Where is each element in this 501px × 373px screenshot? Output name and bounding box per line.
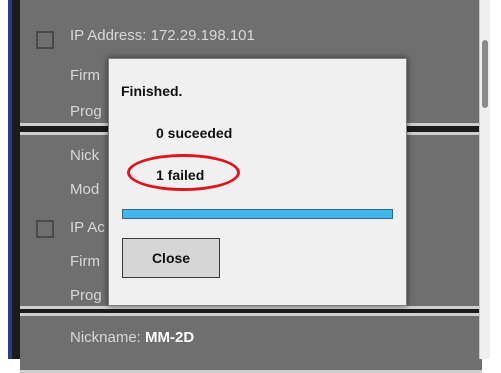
row-label: Prog	[70, 103, 102, 120]
progress-fill	[123, 210, 392, 218]
row-label: IP Address: 172.29.198.101	[70, 27, 255, 44]
device-nickname-row: Nick	[70, 147, 99, 164]
update-result-dialog: Finished. 0 suceeded 1 failed Close	[108, 58, 407, 306]
progress-bar	[122, 209, 393, 219]
succeeded-count: 0 suceeded	[156, 125, 233, 141]
device-firmware-row: Firm	[70, 253, 100, 270]
scrollbar-thumb[interactable]	[482, 40, 488, 108]
device-model-row: Mod	[70, 181, 99, 198]
row-label: Firm	[70, 67, 100, 84]
close-button[interactable]: Close	[122, 238, 220, 278]
row-value: MM-2D	[145, 329, 195, 346]
device-card[interactable]: Nickname: MM-2D	[20, 313, 482, 373]
row-label: Nickname:	[70, 329, 146, 346]
device-ip-row: IP Address: 172.29.198.101	[70, 27, 255, 44]
scrollbar[interactable]	[479, 0, 490, 359]
device-checkbox[interactable]	[36, 31, 54, 49]
device-nickname-row: Nickname: MM-2D	[70, 329, 194, 346]
row-label: Firm	[70, 253, 100, 270]
row-label: Nick	[70, 147, 100, 164]
left-rail	[0, 0, 12, 359]
row-label: IP Ac	[70, 219, 105, 236]
row-label: Mod	[70, 181, 100, 198]
failed-count: 1 failed	[156, 167, 205, 183]
device-firmware-row: Firm	[70, 67, 100, 84]
row-label: Prog	[70, 287, 102, 304]
dialog-title: Finished.	[121, 83, 183, 99]
device-progress-row: Prog	[70, 287, 102, 304]
device-checkbox[interactable]	[36, 220, 54, 238]
device-ip-row: IP Ac	[70, 219, 105, 236]
device-progress-row: Prog	[70, 103, 102, 120]
